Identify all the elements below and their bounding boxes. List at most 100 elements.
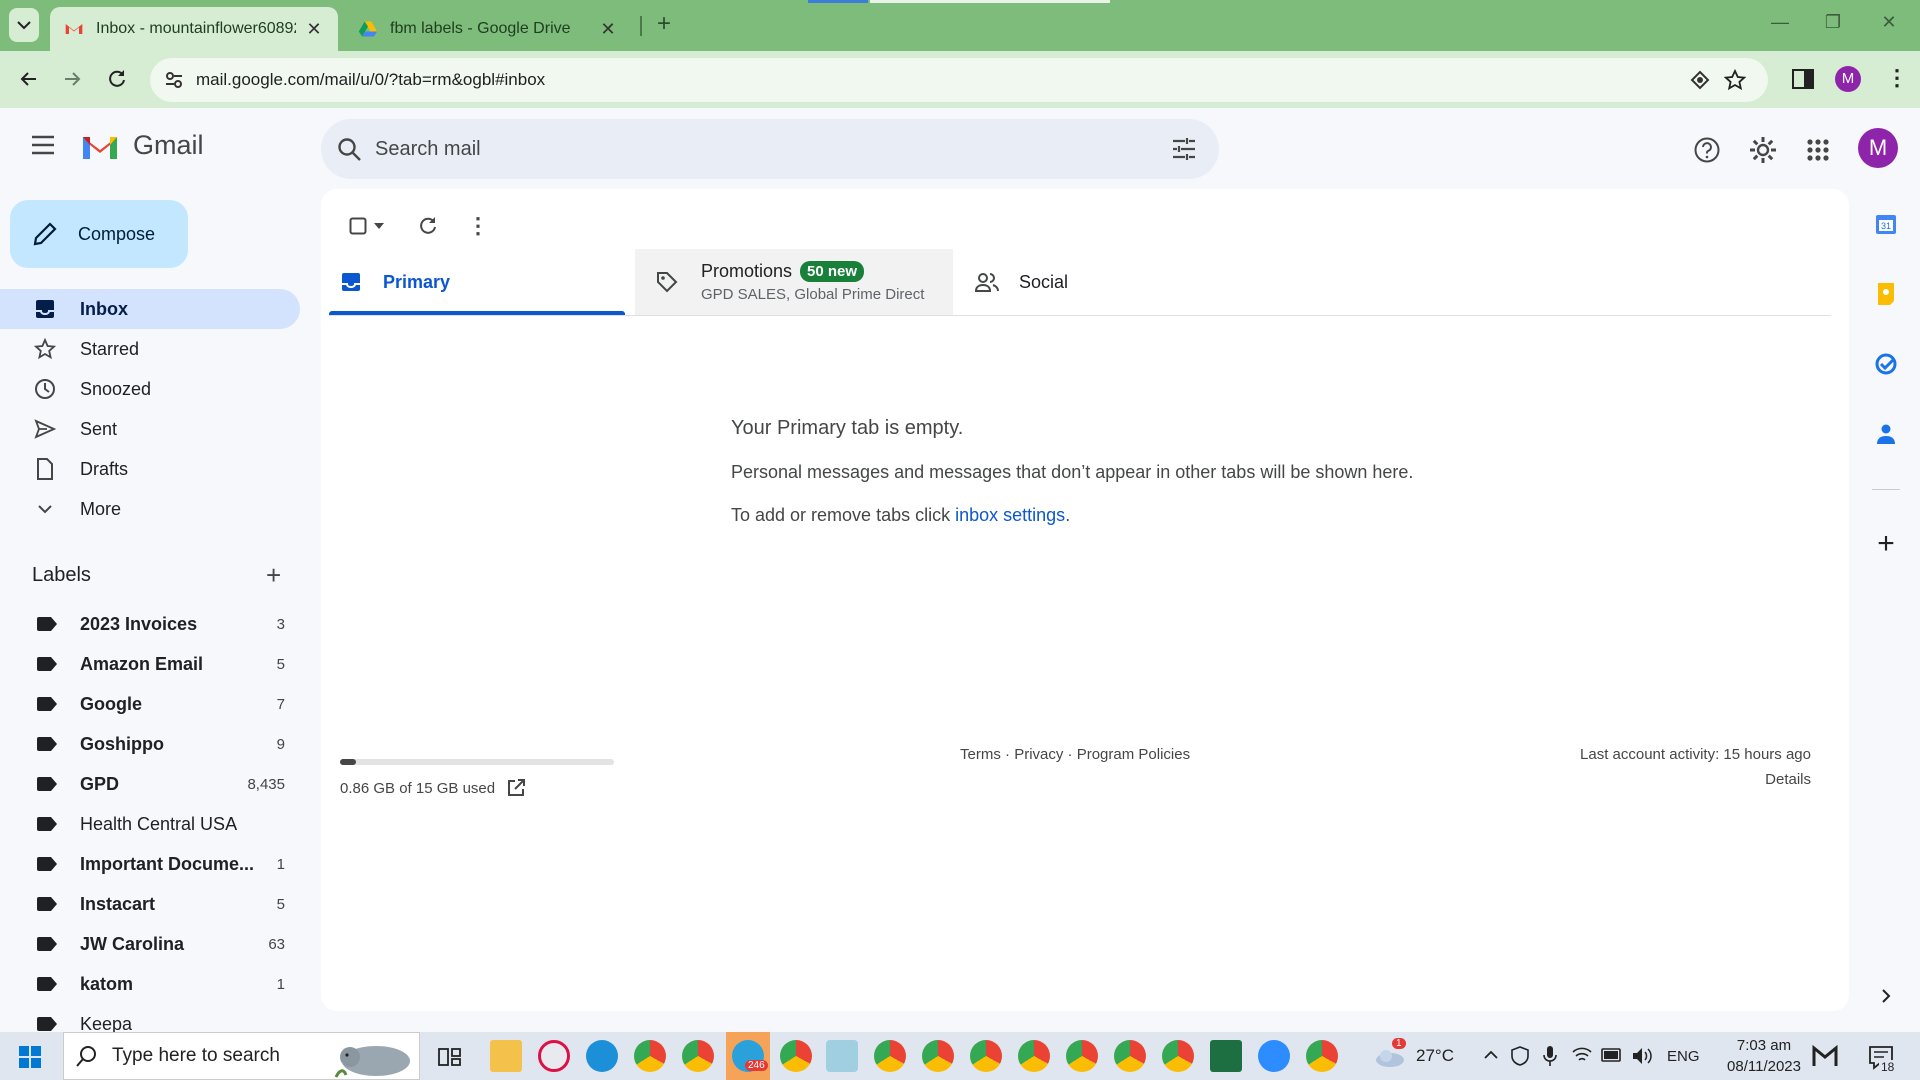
label-item[interactable]: 2023 Invoices 3 — [0, 604, 300, 644]
window-close-icon[interactable]: ✕ — [1874, 12, 1904, 38]
browser-tab-drive[interactable]: fbm labels - Google Drive ✕ — [344, 7, 632, 51]
chrome-profile-icon[interactable] — [1114, 1040, 1146, 1072]
privacy-link[interactable]: Privacy — [1014, 746, 1063, 763]
tab-social[interactable]: Social — [953, 249, 1253, 315]
program-policies-link[interactable]: Program Policies — [1077, 746, 1190, 763]
browser-menu-icon[interactable]: ⋮ — [1886, 65, 1908, 91]
microphone-icon[interactable] — [1543, 1045, 1557, 1067]
label-item[interactable]: Goshippo 9 — [0, 724, 300, 764]
account-avatar[interactable]: M — [1858, 128, 1898, 168]
activity-details-link[interactable]: Details — [1580, 771, 1811, 788]
search-icon[interactable] — [337, 137, 363, 163]
chrome-icon[interactable] — [1306, 1040, 1338, 1072]
sidebar-item-snoozed[interactable]: Snoozed — [0, 369, 300, 409]
label-count: 1 — [276, 975, 285, 993]
more-options-icon[interactable]: ⋮ — [461, 209, 495, 243]
file-explorer-icon[interactable] — [490, 1040, 522, 1072]
label-item[interactable]: katom 1 — [0, 964, 300, 1004]
storage-bar-fill — [340, 759, 356, 765]
chrome-profile-icon[interactable] — [874, 1040, 906, 1072]
sidebar-item-sent[interactable]: Sent — [0, 409, 300, 449]
search-options-icon[interactable] — [1171, 137, 1197, 161]
help-icon[interactable] — [1693, 136, 1721, 164]
open-external-icon[interactable] — [507, 779, 526, 797]
tab-search-button[interactable] — [9, 8, 39, 42]
volume-icon[interactable] — [1632, 1046, 1654, 1066]
calendar-icon[interactable]: 31 — [1872, 210, 1900, 238]
label-item[interactable]: Google 7 — [0, 684, 300, 724]
label-item[interactable]: Health Central USA — [0, 804, 300, 844]
extension-icon[interactable] — [1690, 70, 1710, 90]
show-hidden-icons-icon[interactable] — [1484, 1050, 1498, 1060]
chrome-profile-icon[interactable] — [1162, 1040, 1194, 1072]
tab-promotions[interactable]: Promotions 50 new GPD SALES, Global Prim… — [635, 249, 953, 315]
clock[interactable]: 7:03 am 08/11/2023 — [1717, 1037, 1811, 1075]
task-view-icon[interactable] — [438, 1045, 462, 1067]
get-addons-plus-icon[interactable]: + — [1872, 527, 1900, 560]
address-bar[interactable]: mail.google.com/mail/u/0/?tab=rm&ogbl#in… — [150, 58, 1768, 102]
zoom-icon[interactable] — [1258, 1040, 1290, 1072]
sidebar-item-drafts[interactable]: Drafts — [0, 449, 300, 489]
label-item[interactable]: GPD 8,435 — [0, 764, 300, 804]
close-tab-icon[interactable]: ✕ — [598, 19, 618, 39]
chrome-profile-icon[interactable] — [970, 1040, 1002, 1072]
restore-icon[interactable]: ❐ — [1818, 12, 1848, 38]
search-bar[interactable]: Search mail — [321, 119, 1219, 179]
battery-icon[interactable] — [1601, 1048, 1623, 1062]
forward-button[interactable] — [57, 63, 89, 95]
side-panel-icon[interactable] — [1792, 69, 1814, 89]
chrome-profile-icon[interactable] — [1018, 1040, 1050, 1072]
security-icon[interactable] — [1510, 1046, 1530, 1066]
select-dropdown[interactable] — [369, 209, 389, 243]
compose-button[interactable]: Compose — [10, 200, 188, 268]
edge-icon[interactable] — [586, 1040, 618, 1072]
app-icon[interactable] — [538, 1040, 570, 1072]
label-item[interactable]: JW Carolina 63 — [0, 924, 300, 964]
chrome-profile-icon[interactable] — [1066, 1040, 1098, 1072]
label-item[interactable]: Instacart 5 — [0, 884, 300, 924]
google-apps-icon[interactable] — [1806, 138, 1830, 162]
windows-start-icon[interactable] — [19, 1046, 41, 1068]
wifi-icon[interactable] — [1572, 1046, 1592, 1064]
settings-gear-icon[interactable] — [1748, 135, 1778, 165]
sidebar-item-inbox[interactable]: Inbox — [0, 289, 300, 329]
gmail-logo[interactable]: Gmail — [80, 130, 204, 161]
language-indicator[interactable]: ENG — [1667, 1048, 1700, 1065]
gmail-tray-icon[interactable] — [1812, 1044, 1838, 1068]
app-icon[interactable] — [826, 1040, 858, 1072]
contacts-icon[interactable] — [1872, 420, 1900, 448]
label-item[interactable]: Important Docume... 1 — [0, 844, 300, 884]
terms-link[interactable]: Terms — [960, 746, 1001, 763]
show-side-panel-icon[interactable] — [1872, 982, 1900, 1010]
site-info-icon[interactable] — [164, 70, 184, 90]
new-tab-button[interactable]: + — [652, 10, 676, 38]
taskbar-search-box[interactable]: Type here to search — [63, 1032, 420, 1080]
sidebar-item-more[interactable]: More — [0, 489, 300, 529]
chrome-profile-icon[interactable] — [780, 1040, 812, 1072]
close-tab-icon[interactable]: ✕ — [304, 19, 324, 39]
tab-primary[interactable]: Primary — [329, 249, 625, 315]
create-label-icon[interactable]: + — [266, 562, 281, 588]
back-button[interactable] — [12, 63, 44, 95]
main-menu-button[interactable] — [30, 135, 56, 155]
browser-profile-avatar[interactable]: M — [1835, 66, 1861, 92]
reload-button[interactable] — [101, 63, 133, 95]
search-input[interactable]: Search mail — [375, 138, 481, 161]
browser-tab-gmail[interactable]: Inbox - mountainflower60892 ✕ — [50, 7, 338, 51]
tasks-icon[interactable] — [1872, 350, 1900, 378]
label-item[interactable]: Amazon Email 5 — [0, 644, 300, 684]
minimize-icon[interactable]: — — [1765, 12, 1795, 38]
weather-temp[interactable]: 27°C — [1416, 1046, 1454, 1066]
chrome-profile-icon[interactable] — [682, 1040, 714, 1072]
chrome-profile-icon[interactable] — [922, 1040, 954, 1072]
excel-icon[interactable] — [1210, 1040, 1242, 1072]
label-name: JW Carolina — [80, 933, 185, 954]
bookmark-star-icon[interactable] — [1724, 69, 1746, 91]
storage-meter[interactable]: 0.86 GB of 15 GB used — [340, 753, 614, 797]
sidebar-item-starred[interactable]: Starred — [0, 329, 300, 369]
keep-icon[interactable] — [1872, 280, 1900, 308]
refresh-button[interactable] — [411, 209, 445, 243]
chrome-profile-icon[interactable] — [634, 1040, 666, 1072]
inbox-settings-link[interactable]: inbox settings — [955, 505, 1065, 525]
labels-heading: Labels — [32, 564, 91, 586]
